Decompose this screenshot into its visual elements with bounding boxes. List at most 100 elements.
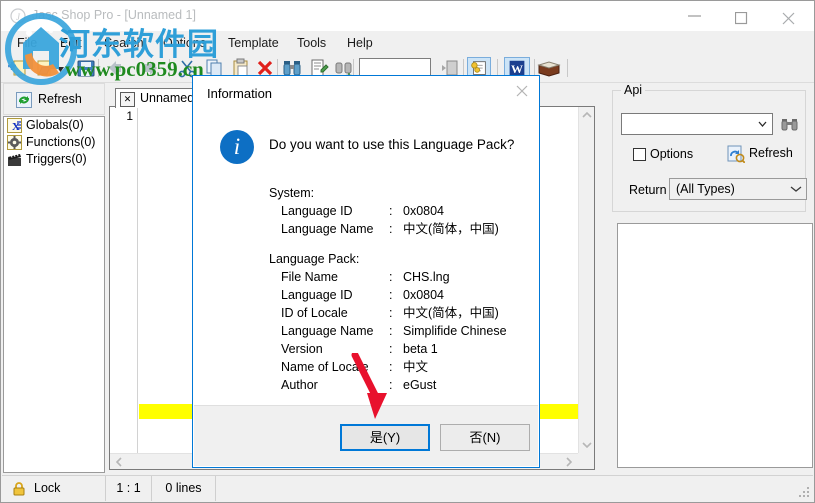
dialog-yes-button[interactable]: 是(Y) <box>340 424 430 451</box>
chevron-down-icon <box>57 67 64 72</box>
open-file-dropdown[interactable] <box>54 57 67 79</box>
detail-value: beta 1 <box>403 342 438 356</box>
dialog-button-row: 是(Y) 否(N) <box>194 405 538 466</box>
api-combo[interactable] <box>621 113 773 135</box>
dialog-close-button[interactable] <box>505 76 539 104</box>
dialog-no-button[interactable]: 否(N) <box>440 424 530 451</box>
arrow-left-icon <box>109 61 121 75</box>
resize-grip-icon[interactable] <box>799 487 810 498</box>
status-position: 1 : 1 <box>106 476 152 501</box>
toolbar-separator <box>567 59 568 77</box>
chevron-down-icon[interactable] <box>754 115 771 133</box>
detail-value: 中文(简体，中国) <box>403 306 499 320</box>
api-result-list[interactable] <box>617 223 813 468</box>
detail-key: Language ID <box>281 288 353 302</box>
status-empty-cell <box>216 476 813 501</box>
gear-function-icon <box>7 135 22 150</box>
info-glyph: i <box>233 134 241 159</box>
api-refresh-label: Refresh <box>749 146 793 160</box>
menu-help[interactable]: Help <box>340 34 380 52</box>
refresh-document-icon <box>727 145 746 164</box>
line-number-gutter: 1 <box>110 107 138 469</box>
maximize-button[interactable] <box>720 1 765 30</box>
return-label: Return <box>629 183 667 197</box>
dialog-title: Information <box>207 86 273 101</box>
detail-row: Language ID:0x0804 <box>269 202 539 220</box>
detail-row: Language Name: Simplifide Chinese <box>269 322 539 340</box>
detail-value: Simplifide Chinese <box>403 324 507 338</box>
minimize-icon <box>688 15 701 17</box>
detail-sep: : <box>389 222 393 236</box>
undo-button[interactable] <box>106 57 128 79</box>
detail-key: Author <box>281 378 318 392</box>
pack-heading: Language Pack: <box>269 252 360 266</box>
detail-value: 中文(简体，中国) <box>403 222 499 236</box>
api-group: Api Options Refresh Return (All Types) <box>612 83 807 212</box>
right-panel: Api Options Refresh Return (All Types) <box>605 83 813 474</box>
redo-button[interactable] <box>138 57 160 79</box>
detail-sep: : <box>389 342 393 356</box>
help-book-button[interactable] <box>537 57 561 79</box>
tree-item-triggers[interactable]: Triggers(0) <box>4 151 104 168</box>
menu-template[interactable]: Template <box>221 34 286 52</box>
menu-edit[interactable]: Edit <box>53 34 89 52</box>
status-lock-cell[interactable]: Lock <box>2 476 106 501</box>
editor-vertical-scrollbar[interactable] <box>578 107 594 453</box>
menu-tools[interactable]: Tools <box>290 34 333 52</box>
toolbar-separator <box>169 59 170 77</box>
detail-sep: : <box>389 360 393 374</box>
dialog-details: System: Language ID:0x0804 Language Name… <box>269 184 539 394</box>
menu-search[interactable]: Search <box>97 34 151 52</box>
detail-value: eGust <box>403 378 437 392</box>
detail-key: File Name <box>281 270 338 284</box>
detail-sep: : <box>389 270 393 284</box>
detail-row: Version: beta 1 <box>269 340 539 358</box>
detail-row: ID of Locale: 中文(简体，中国) <box>269 304 539 322</box>
app-jasc-icon: J <box>10 8 26 24</box>
menu-bar: File Edit Search Options Template Tools … <box>1 31 814 54</box>
information-dialog: Information i Do you want to use this La… <box>192 75 540 468</box>
tree-item-functions[interactable]: Functions(0) <box>4 134 104 151</box>
padlock-icon <box>13 482 25 496</box>
chevron-down-icon[interactable] <box>582 440 592 450</box>
detail-sep: : <box>389 204 393 218</box>
chevron-left-icon[interactable] <box>114 457 124 467</box>
dialog-question: Do you want to use this Language Pack? <box>269 137 515 152</box>
left-refresh-button[interactable]: Refresh <box>3 83 105 115</box>
menu-options[interactable]: Options <box>156 34 213 52</box>
status-bar: Lock 1 : 1 0 lines <box>2 475 813 501</box>
refresh-arrows-icon <box>16 92 32 108</box>
close-button[interactable] <box>767 1 812 30</box>
api-refresh-button[interactable]: Refresh <box>727 145 793 164</box>
detail-row: Author: eGust <box>269 376 539 394</box>
binoculars-icon[interactable] <box>781 117 798 132</box>
status-lines: 0 lines <box>152 476 216 501</box>
tree-item-label: Globals(0) <box>26 118 84 132</box>
tree-item-globals[interactable]: X Globals(0) <box>4 117 104 134</box>
tree-item-label: Functions(0) <box>26 135 96 149</box>
minimize-button[interactable] <box>673 1 718 30</box>
new-file-button[interactable] <box>7 57 29 79</box>
close-x-icon[interactable]: ✕ <box>120 92 135 107</box>
detail-row: File Name: CHS.lng <box>269 268 539 286</box>
svg-text:W: W <box>511 62 523 76</box>
new-file-icon <box>8 60 26 76</box>
open-file-button[interactable] <box>34 57 56 79</box>
clapper-trigger-icon <box>8 152 21 166</box>
checkbox-box[interactable] <box>633 148 646 161</box>
return-type-combo[interactable]: (All Types) <box>669 178 807 200</box>
info-circle-icon: i <box>220 130 254 164</box>
svg-text:J: J <box>16 12 21 22</box>
menu-file[interactable]: File <box>10 34 44 52</box>
variable-x-icon: X <box>7 118 22 133</box>
open-book-icon <box>537 61 561 77</box>
chevron-right-icon[interactable] <box>564 457 574 467</box>
chevron-up-icon[interactable] <box>582 110 592 120</box>
detail-value: 0x0804 <box>403 204 445 218</box>
detail-value: 0x0804 <box>403 288 445 302</box>
chevron-down-icon[interactable] <box>790 184 802 194</box>
title-bar: J Jasc Shop Pro - [Unnamed 1] <box>1 1 814 31</box>
save-button[interactable] <box>75 57 97 79</box>
object-tree[interactable]: X Globals(0) Functions(0) Triggers(0) <box>3 116 105 473</box>
toolbar-separator <box>98 59 99 77</box>
